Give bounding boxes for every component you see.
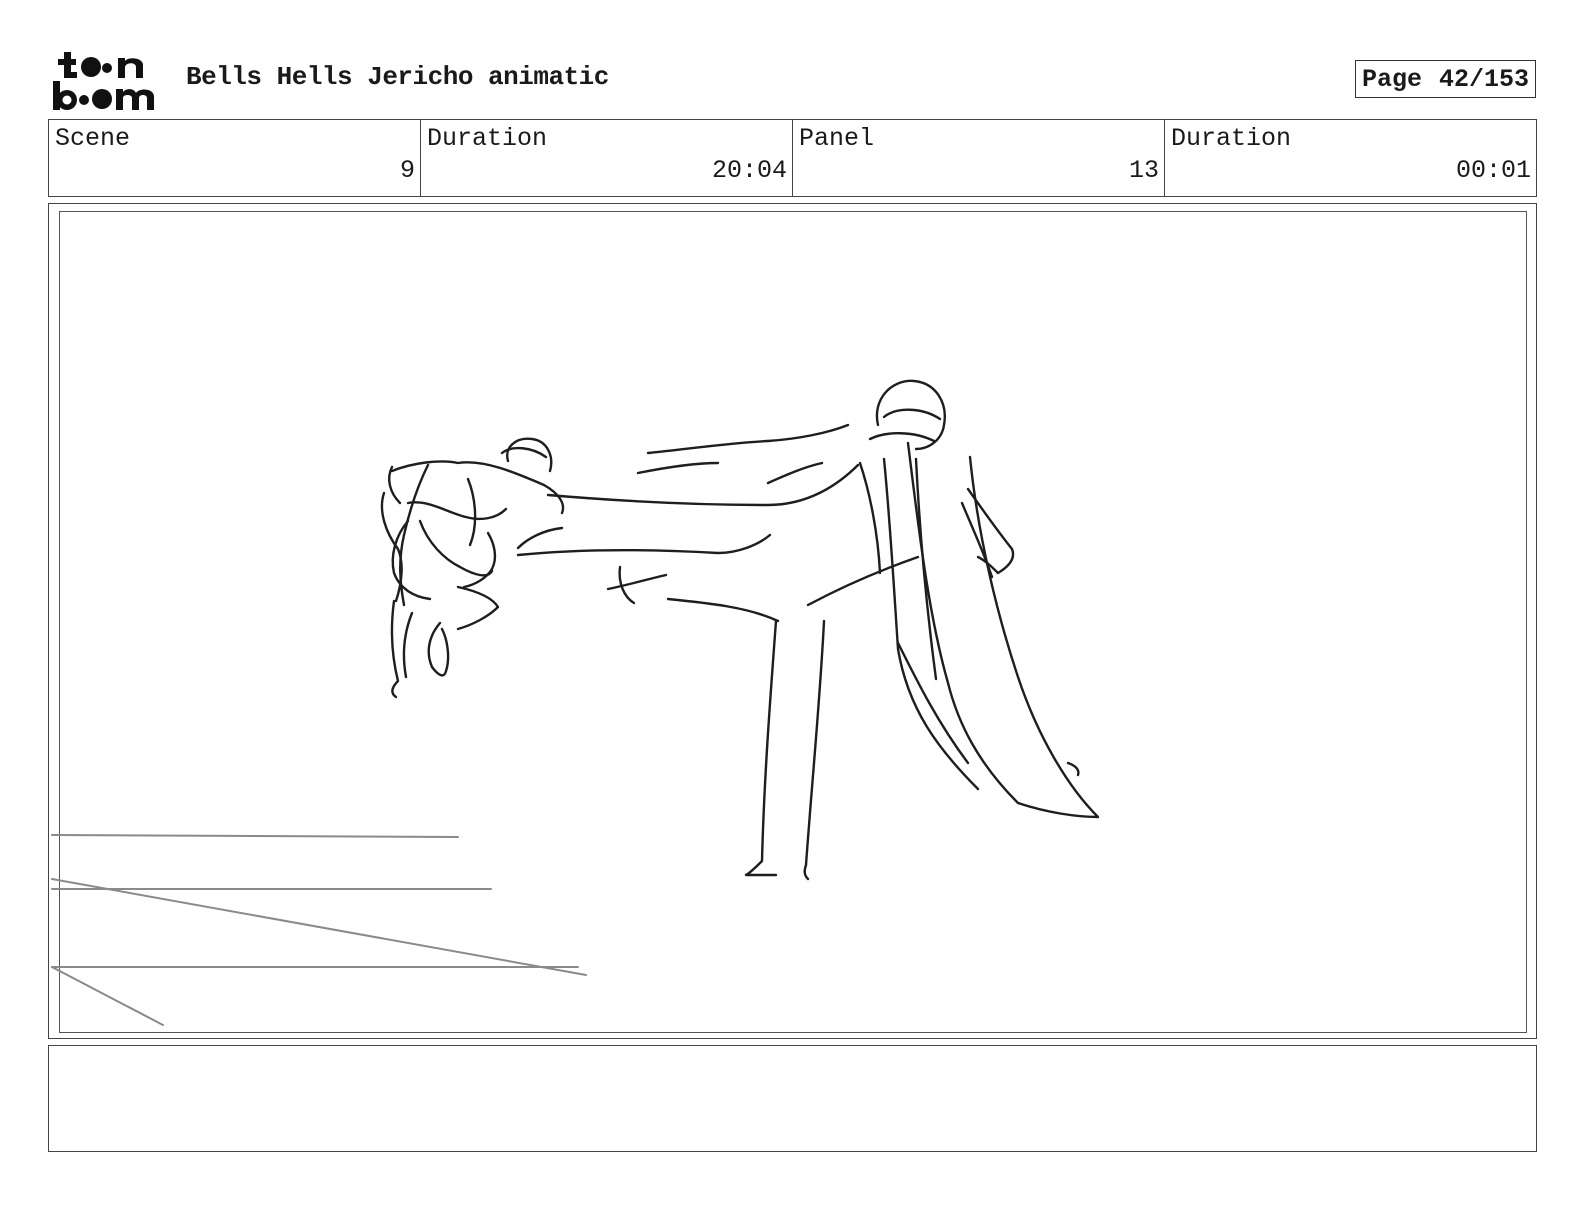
page-number: 42/153	[1438, 64, 1529, 94]
panel-label: Panel	[799, 124, 875, 153]
panel-value: 13	[1128, 156, 1159, 185]
scene-info-row: Scene 9 Duration 20:04 Panel 13 Duration…	[48, 119, 1537, 197]
scene-duration-value: 20:04	[711, 156, 787, 185]
project-title: Bells Hells Jericho animatic	[186, 62, 609, 92]
toon-boom-logo	[53, 52, 154, 110]
panel-cell: Panel 13	[793, 120, 1165, 196]
page-indicator: Page 42/153	[1355, 60, 1536, 98]
page-label: Page	[1362, 64, 1423, 94]
storyboard-sketch	[51, 379, 1100, 1026]
scene-duration-label: Duration	[427, 124, 548, 153]
scene-label: Scene	[55, 124, 131, 153]
panel-duration-label: Duration	[1171, 124, 1292, 153]
scene-duration-cell: Duration 20:04	[421, 120, 793, 196]
scene-cell: Scene 9	[49, 120, 421, 196]
panel-duration-cell: Duration 00:01	[1165, 120, 1536, 196]
panel-duration-value: 00:01	[1455, 156, 1531, 185]
scene-value: 9	[399, 156, 415, 185]
panel-notes-box	[48, 1045, 1537, 1152]
